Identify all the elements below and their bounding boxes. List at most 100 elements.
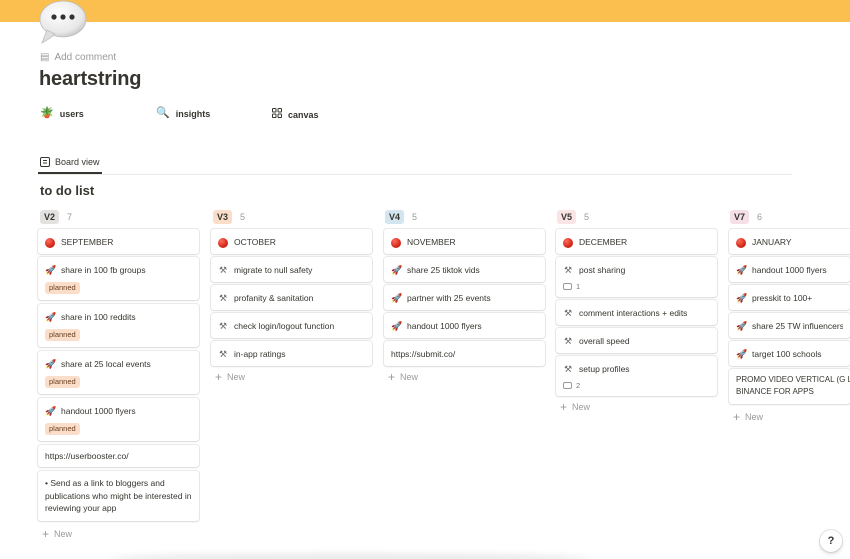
tools-icon: ⚒ — [218, 265, 228, 275]
card-title: handout 1000 flyers — [407, 321, 482, 331]
column-tag: V2 — [40, 210, 60, 224]
tools-icon: ⚒ — [563, 336, 573, 346]
add-comment-label: Add comment — [54, 52, 117, 63]
board-card[interactable]: 🚀 share 25 TW influencers — [729, 313, 850, 338]
rocket-icon: 🚀 — [736, 293, 748, 303]
new-label: New — [745, 412, 764, 422]
add-comment-button[interactable]: ▤ Add comment — [40, 52, 116, 63]
card-title: in-app ratings — [234, 349, 286, 359]
card-title: share in 100 reddits — [61, 312, 136, 322]
board-card[interactable]: 🚀 share 25 tiktok vids — [384, 257, 545, 282]
group-card-october[interactable]: OCTOBER — [211, 229, 372, 254]
comment-count: 2 — [576, 381, 581, 390]
red-circle-icon — [218, 237, 228, 248]
board-card[interactable]: https://userbooster.co/ — [38, 445, 199, 467]
red-circle-icon — [45, 237, 55, 248]
grid-icon — [272, 108, 282, 121]
group-card-january[interactable]: JANUARY — [729, 229, 850, 254]
plus-icon: + — [388, 370, 396, 384]
new-label: New — [400, 372, 419, 382]
card-title: https://submit.co/ — [391, 349, 456, 359]
comment-icon — [563, 283, 572, 290]
group-label: SEPTEMBER — [61, 237, 114, 247]
board-card[interactable]: ⚒ comment interactions + edits — [556, 300, 717, 325]
board-card[interactable]: ⚒ profanity & sanitation — [211, 285, 372, 310]
status-badge: planned — [45, 376, 80, 388]
card-title: share at 25 local events — [61, 359, 151, 369]
column-tag: V3 — [213, 210, 233, 224]
column-header-v3[interactable]: V3 5 — [213, 210, 245, 224]
link-insights[interactable]: 🔍 insights — [156, 108, 210, 119]
status-badge: planned — [45, 282, 80, 294]
group-card-december[interactable]: DECEMBER — [556, 229, 717, 254]
board-card[interactable]: ⚒ post sharing 1 — [556, 257, 717, 297]
new-card-button[interactable]: + New — [733, 411, 763, 423]
card-title: migrate to null safety — [234, 265, 313, 275]
rocket-icon: 🚀 — [736, 265, 748, 275]
tools-icon: ⚒ — [563, 308, 573, 318]
group-label: OCTOBER — [234, 237, 276, 247]
board-card[interactable]: ⚒ setup profiles 2 — [556, 356, 717, 396]
new-label: New — [227, 372, 246, 382]
board-card[interactable]: 🚀 handout 1000 flyers — [384, 313, 545, 338]
link-insights-label: insights — [175, 108, 211, 119]
board-card[interactable]: 🚀 share in 100 reddits planned — [38, 304, 199, 347]
plus-icon: + — [733, 410, 741, 424]
board-card[interactable]: 🚀 presskit to 100+ — [729, 285, 850, 310]
card-title: setup profiles — [579, 364, 630, 374]
board-card[interactable]: ⚒ overall speed — [556, 328, 717, 353]
link-canvas[interactable]: canvas — [272, 108, 319, 121]
rocket-icon: 🚀 — [45, 406, 57, 416]
column-header-v4[interactable]: V4 5 — [385, 210, 417, 224]
new-card-button[interactable]: + New — [388, 371, 418, 383]
column-header-v2[interactable]: V2 7 — [40, 210, 72, 224]
board-card[interactable]: https://submit.co/ — [384, 341, 545, 366]
new-label: New — [572, 402, 591, 412]
comment-count: 1 — [576, 282, 581, 291]
status-badge: planned — [45, 423, 80, 435]
board-card[interactable]: ⚒ check login/logout function — [211, 313, 372, 338]
new-card-button[interactable]: + New — [42, 528, 72, 540]
link-users-label: users — [59, 108, 84, 119]
column-count: 5 — [240, 212, 246, 222]
board-card[interactable]: ⚒ in-app ratings — [211, 341, 372, 366]
column-count: 5 — [584, 212, 590, 222]
card-title: handout 1000 flyers — [61, 406, 136, 416]
new-card-button[interactable]: + New — [215, 371, 245, 383]
tools-icon: ⚒ — [218, 349, 228, 359]
board-card[interactable]: 🚀 target 100 schools — [729, 341, 850, 366]
rocket-icon: 🚀 — [736, 321, 748, 331]
board-card[interactable]: 🚀 share in 100 fb groups planned — [38, 257, 199, 300]
group-card-september[interactable]: SEPTEMBER — [38, 229, 199, 254]
link-canvas-label: canvas — [288, 109, 319, 120]
card-title: check login/logout function — [234, 321, 335, 331]
group-label: DECEMBER — [579, 237, 628, 247]
board-card[interactable]: PROMO VIDEO VERTICAL (G LIKE ON BINANCE … — [729, 369, 850, 404]
link-users[interactable]: 🪴 users — [40, 108, 84, 119]
column-count: 7 — [67, 212, 73, 222]
column-header-v5[interactable]: V5 5 — [557, 210, 589, 224]
page-title: heartstring — [39, 68, 142, 90]
group-label: NOVEMBER — [407, 237, 456, 247]
group-card-november[interactable]: NOVEMBER — [384, 229, 545, 254]
board-card[interactable]: ⚒ migrate to null safety — [211, 257, 372, 282]
board-card[interactable]: 🚀 partner with 25 events — [384, 285, 545, 310]
rocket-icon: 🚀 — [391, 265, 403, 275]
new-card-button[interactable]: + New — [560, 401, 590, 413]
board-card[interactable]: 🚀 handout 1000 flyers planned — [38, 398, 199, 441]
column-tag: V4 — [385, 210, 405, 224]
card-title: • Send as a link to bloggers and publica… — [45, 478, 192, 513]
board-card[interactable]: 🚀 share at 25 local events planned — [38, 351, 199, 394]
comment-icon — [563, 382, 572, 389]
board-card[interactable]: 🚀 handout 1000 flyers — [729, 257, 850, 282]
column-header-v7[interactable]: V7 6 — [730, 210, 762, 224]
card-title: handout 1000 flyers — [752, 265, 827, 275]
board-card[interactable]: • Send as a link to bloggers and publica… — [38, 471, 199, 521]
speech-bubble-icon[interactable] — [39, 0, 87, 44]
tab-board-view[interactable]: Board view — [40, 157, 100, 167]
card-title: comment interactions + edits — [579, 308, 688, 318]
tab-divider — [38, 174, 792, 175]
tools-icon: ⚒ — [563, 364, 573, 374]
help-button[interactable]: ? — [820, 530, 842, 552]
card-title: post sharing — [579, 265, 626, 275]
